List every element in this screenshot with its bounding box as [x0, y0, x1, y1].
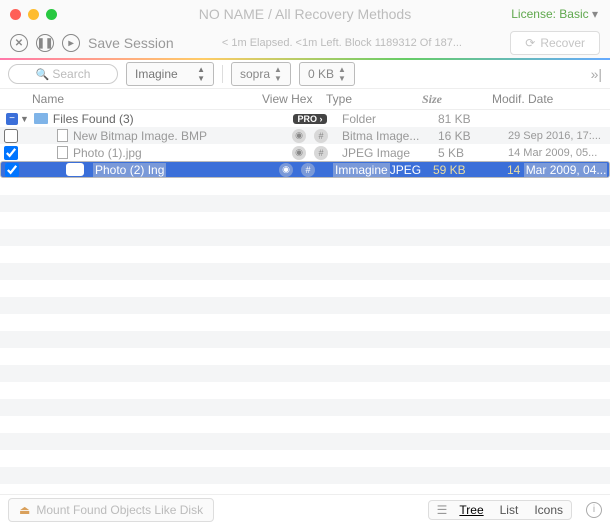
filter-bar: 🔍 Search Imagine ▲▼ sopra ▲▼ 0 KB ▲▼ »|: [0, 60, 610, 88]
checkbox[interactable]: [4, 129, 18, 143]
info-icon[interactable]: i: [586, 502, 602, 518]
stop-icon[interactable]: ✕: [10, 34, 28, 52]
close-icon[interactable]: [10, 9, 21, 20]
hex-icon[interactable]: #: [301, 163, 315, 177]
window-controls: [10, 9, 57, 20]
tree-tab[interactable]: Tree: [451, 501, 491, 519]
preview-icon[interactable]: ◉: [292, 129, 306, 143]
footer: ⏏Mount Found Objects Like Disk ☰ Tree Li…: [0, 494, 610, 524]
titlebar: NO NAME / All Recovery Methods License: …: [0, 0, 610, 28]
folder-row[interactable]: − ▼ Files Found (3) PRO › Folder 81 KB: [0, 110, 610, 127]
imagine-select[interactable]: Imagine ▲▼: [126, 62, 214, 86]
preview-icon[interactable]: ◉: [279, 163, 293, 177]
size-filter[interactable]: 0 KB ▲▼: [299, 62, 355, 86]
save-session-button[interactable]: Save Session: [88, 35, 174, 51]
window-title: NO NAME / All Recovery Methods: [199, 6, 411, 22]
file-row[interactable]: New Bitmap Image. BMP ◉# Bitma Image... …: [0, 127, 610, 144]
col-size[interactable]: Size: [422, 92, 492, 107]
col-view[interactable]: View Hex: [262, 92, 326, 106]
file-row-selected[interactable]: Photo (2) Ing ◉# ImmagineJPEG 59 KB 14 M…: [0, 161, 610, 178]
license-label[interactable]: License: Basic ▾: [511, 7, 598, 21]
file-icon: [57, 146, 68, 159]
col-name[interactable]: Name: [32, 92, 262, 106]
file-icon: [66, 163, 84, 176]
col-type[interactable]: Type: [326, 92, 422, 106]
collapse-icon[interactable]: −: [6, 113, 18, 125]
pause-icon[interactable]: ❚❚: [36, 34, 54, 52]
list-tab[interactable]: List: [492, 501, 527, 519]
view-toggle[interactable]: ☰ Tree List Icons: [428, 500, 572, 520]
column-headers: Name View Hex Type Size Modif. Date: [0, 88, 610, 110]
pro-badge: PRO ›: [293, 114, 326, 124]
hex-icon[interactable]: #: [314, 129, 328, 143]
resume-icon[interactable]: ▸: [62, 34, 80, 52]
file-icon: [57, 129, 68, 142]
folder-icon: [34, 113, 48, 124]
file-list: − ▼ Files Found (3) PRO › Folder 81 KB N…: [0, 110, 610, 178]
tree-icon: ☰: [429, 501, 452, 519]
disclosure-icon[interactable]: ▼: [20, 114, 29, 124]
toolbar: ✕ ❚❚ ▸ Save Session < 1m Elapsed. <1m Le…: [0, 28, 610, 58]
minimize-icon[interactable]: [28, 9, 39, 20]
sort-select[interactable]: sopra ▲▼: [231, 62, 291, 86]
empty-area: [0, 178, 610, 494]
expand-icon[interactable]: »|: [591, 66, 602, 82]
checkbox[interactable]: [5, 163, 19, 177]
status-text: < 1m Elapsed. <1m Left. Block 1189312 Of…: [182, 37, 503, 49]
search-input[interactable]: 🔍 Search: [8, 64, 118, 84]
file-row[interactable]: Photo (1).jpg ◉# JPEG Image 5 KB 14 Mar …: [0, 144, 610, 161]
preview-icon[interactable]: ◉: [292, 146, 306, 160]
checkbox[interactable]: [4, 146, 18, 160]
icons-tab[interactable]: Icons: [526, 501, 571, 519]
recover-button[interactable]: ⟳Recover: [510, 31, 600, 55]
maximize-icon[interactable]: [46, 9, 57, 20]
mount-button[interactable]: ⏏Mount Found Objects Like Disk: [8, 498, 214, 522]
col-date[interactable]: Modif. Date: [492, 92, 602, 106]
hex-icon[interactable]: #: [314, 146, 328, 160]
